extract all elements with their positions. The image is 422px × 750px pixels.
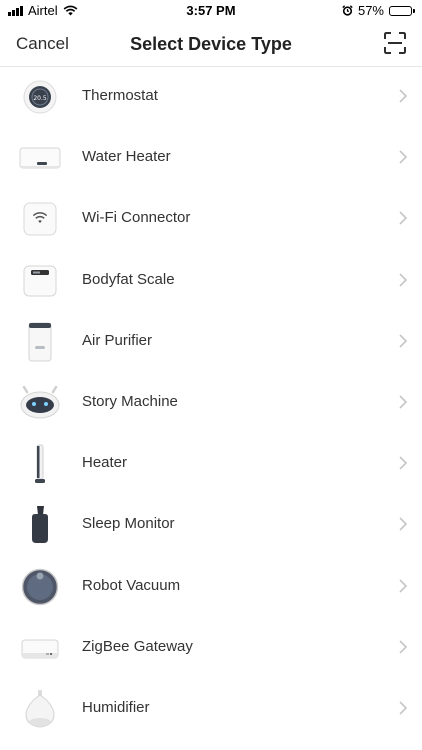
- device-label: Air Purifier: [82, 331, 153, 349]
- chevron-right-icon: [399, 395, 408, 409]
- chevron-right-icon: [399, 150, 408, 164]
- navigation-bar: Cancel Select Device Type: [0, 22, 422, 67]
- device-label: Robot Vacuum: [82, 576, 181, 594]
- chevron-right-icon: [399, 272, 408, 287]
- device-row-air-purifier[interactable]: Air Purifier: [0, 311, 422, 372]
- sleep-monitor-icon: [18, 506, 62, 544]
- thermostat-icon: 20.5: [18, 78, 62, 116]
- device-label: Thermostat: [82, 87, 158, 104]
- chevron-right-icon: [399, 640, 408, 654]
- scan-qr-icon[interactable]: [384, 32, 406, 54]
- water-heater-icon: [18, 139, 62, 177]
- device-row-robot-vacuum[interactable]: Robot Vacuum: [0, 556, 422, 617]
- device-label: Heater: [82, 454, 128, 472]
- air-purifier-icon: [18, 322, 62, 362]
- device-label: Sleep Monitor: [82, 515, 175, 533]
- device-row-sleep-monitor[interactable]: Sleep Monitor: [0, 494, 422, 555]
- robot-vacuum-icon: [18, 568, 62, 606]
- chevron-right-icon: [399, 578, 408, 593]
- heater-icon: [18, 444, 62, 484]
- chevron-right-icon: [399, 89, 408, 103]
- device-row-humidifier[interactable]: Humidifier: [0, 678, 422, 739]
- device-row-heater[interactable]: Heater: [0, 433, 422, 494]
- device-label: ZigBee Gateway: [82, 637, 193, 655]
- story-machine-icon: [18, 384, 62, 422]
- device-label: Humidifier: [82, 698, 150, 716]
- bodyfat-scale-icon: [18, 262, 62, 300]
- device-row-bodyfat-scale[interactable]: Bodyfat Scale: [0, 250, 422, 311]
- battery-percent: 57%: [357, 3, 384, 18]
- device-row-water-heater[interactable]: Water Heater: [0, 127, 422, 188]
- cancel-button[interactable]: Cancel: [16, 34, 69, 54]
- device-label: Water Heater: [82, 148, 171, 166]
- chevron-right-icon: [399, 211, 408, 225]
- device-type-list: 20.5 Thermostat Water Heater Wi-Fi Conne…: [0, 66, 422, 739]
- chevron-right-icon: [399, 701, 408, 715]
- battery-icon: [389, 5, 415, 16]
- wifi-connector-icon: [18, 200, 62, 238]
- device-row-thermostat[interactable]: 20.5 Thermostat: [0, 66, 422, 127]
- device-label: Story Machine: [82, 392, 178, 410]
- device-row-zigbee-gateway[interactable]: ZigBee Gateway: [0, 617, 422, 678]
- status-right: 57%: [342, 3, 415, 18]
- chevron-right-icon: [399, 456, 408, 470]
- zigbee-gateway-icon: [18, 629, 62, 667]
- device-row-story-machine[interactable]: Story Machine: [0, 372, 422, 433]
- chevron-right-icon: [399, 517, 408, 531]
- thermostat-display-value: 20.5: [33, 95, 47, 102]
- status-bar: Airtel 3:57 PM 57%: [0, 0, 422, 22]
- device-label: Bodyfat Scale: [82, 270, 175, 288]
- alarm-icon: [342, 5, 353, 16]
- humidifier-icon: [18, 689, 62, 728]
- device-label: Wi-Fi Connector: [82, 209, 191, 227]
- device-row-wifi-connector[interactable]: Wi-Fi Connector: [0, 188, 422, 249]
- chevron-right-icon: [399, 334, 408, 348]
